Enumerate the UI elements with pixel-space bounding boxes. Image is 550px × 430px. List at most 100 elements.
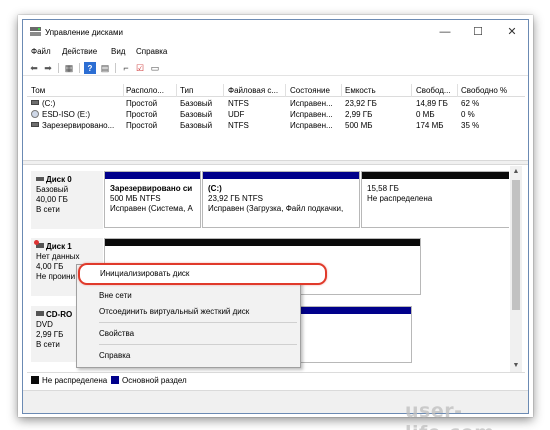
table-row[interactable]: Зарезервировано... Простой Базовый NTFS …: [27, 120, 525, 131]
window-title: Управление дисками: [45, 28, 123, 37]
free-percent-cell: 35 %: [461, 121, 480, 130]
disk-0-title: Диск 0: [36, 175, 98, 185]
partition-unallocated[interactable]: 15,58 ГБ Не распределена: [361, 171, 509, 228]
column-header-volume[interactable]: Том: [31, 86, 45, 95]
disk-map-scrollbar[interactable]: ▲ ▼: [510, 166, 522, 372]
cdrom-icon: [36, 311, 44, 316]
back-arrow-icon[interactable]: ⬅: [28, 62, 40, 74]
column-divider[interactable]: [176, 84, 177, 97]
type-cell: Базовый: [180, 121, 213, 130]
hard-disk-icon: [36, 177, 44, 181]
disk-0-type: Базовый: [36, 185, 69, 194]
menu-item-initialize-disk[interactable]: Инициализировать диск: [80, 266, 325, 281]
scrollbar-thumb[interactable]: [512, 180, 520, 310]
close-button[interactable]: ✕: [497, 22, 527, 42]
details-icon[interactable]: ▭: [149, 62, 161, 74]
menu-item-detach-vhd[interactable]: Отсоединить виртуальный жесткий диск: [77, 304, 300, 319]
volume-name-cell: Зарезервировано...: [31, 121, 114, 130]
volume-name: (C:): [42, 99, 56, 108]
partition-status: Не распределена: [367, 194, 433, 203]
column-divider[interactable]: [285, 84, 286, 97]
disk-1-title: Диск 1: [34, 240, 98, 252]
filesystem-cell: UDF: [228, 110, 245, 119]
status-cell: Исправен...: [290, 110, 333, 119]
grid-view-icon[interactable]: ▦: [63, 62, 75, 74]
table-row[interactable]: ESD-ISO (E:) Простой Базовый UDF Исправе…: [27, 109, 525, 120]
scroll-down-arrow-icon[interactable]: ▼: [510, 360, 522, 372]
legend-primary-label: Основной раздел: [122, 376, 187, 385]
column-divider[interactable]: [341, 84, 342, 97]
help-icon[interactable]: ?: [84, 62, 96, 74]
column-divider[interactable]: [223, 84, 224, 97]
disk-0-state: В сети: [36, 205, 60, 214]
volume-name-cell: ESD-ISO (E:): [31, 110, 90, 119]
partition-reserved[interactable]: Зарезервировано си 500 МБ NTFS Исправен …: [104, 171, 201, 228]
menu-view[interactable]: Вид: [111, 47, 125, 56]
partition-status: Исправен (Загрузка, Файл подкачки,: [208, 204, 344, 213]
title-bar[interactable]: Управление дисками — ☐ ✕: [23, 20, 528, 44]
unallocated-bar: [362, 172, 509, 179]
primary-swatch: [111, 376, 119, 384]
capacity-cell: 23,92 ГБ: [345, 99, 377, 108]
toolbar-separator: [58, 63, 59, 73]
partition-size: 15,58 ГБ: [367, 184, 399, 193]
uninitialized-disk-icon: [34, 240, 44, 248]
disk-0-label[interactable]: Диск 0 Базовый 40,00 ГБ В сети: [31, 171, 103, 229]
status-cell: Исправен...: [290, 99, 333, 108]
menu-item-properties[interactable]: Свойства: [77, 326, 300, 341]
column-header-free-percent[interactable]: Свободно %: [461, 86, 507, 95]
forward-arrow-icon[interactable]: ➡: [42, 62, 54, 74]
column-header-type[interactable]: Тип: [180, 86, 193, 95]
menu-help[interactable]: Справка: [136, 47, 167, 56]
partition-size: 23,92 ГБ NTFS: [208, 194, 263, 203]
partition-status: Исправен (Система, А: [110, 204, 193, 213]
scroll-up-arrow-icon[interactable]: ▲: [510, 166, 522, 178]
free-percent-cell: 0 %: [461, 110, 475, 119]
layout-cell: Простой: [126, 99, 158, 108]
free-space-cell: 14,89 ГБ: [416, 99, 448, 108]
type-cell: Базовый: [180, 110, 213, 119]
minimize-button[interactable]: —: [430, 22, 460, 42]
legend: Не распределена Основной раздел: [27, 372, 525, 387]
menu-bar: Файл Действие Вид Справка: [23, 45, 528, 59]
properties-icon[interactable]: ▤: [99, 62, 111, 74]
menu-file[interactable]: Файл: [31, 47, 51, 56]
toolbar: ⬅ ➡ ▦ ? ▤ ⌐ ☑ ▭: [23, 60, 528, 76]
column-header-filesystem[interactable]: Файловая с...: [228, 86, 278, 95]
layout-cell: Простой: [126, 110, 158, 119]
column-header-layout[interactable]: Располо...: [126, 86, 164, 95]
disk-management-app-icon: [30, 27, 41, 36]
legend-unallocated-label: Не распределена: [42, 376, 108, 385]
column-header-capacity[interactable]: Емкость: [345, 86, 376, 95]
column-header-free-space[interactable]: Свобод...: [416, 86, 451, 95]
menu-item-offline[interactable]: Вне сети: [77, 288, 300, 303]
free-percent-cell: 62 %: [461, 99, 480, 108]
initialize-disk-highlight[interactable]: Инициализировать диск: [78, 263, 327, 285]
free-space-cell: 0 МБ: [416, 110, 435, 119]
capacity-cell: 500 МБ: [345, 121, 373, 130]
column-divider[interactable]: [457, 84, 458, 97]
partition-c[interactable]: (C:) 23,92 ГБ NTFS Исправен (Загрузка, Ф…: [202, 171, 360, 228]
drive-icon: [31, 122, 39, 127]
drive-icon: [31, 100, 39, 105]
maximize-button[interactable]: ☐: [463, 22, 493, 42]
disk-0-name: Диск 0: [46, 175, 72, 184]
column-divider[interactable]: [411, 84, 412, 97]
filesystem-cell: NTFS: [228, 121, 249, 130]
column-header-status[interactable]: Состояние: [290, 86, 330, 95]
check-icon[interactable]: ☑: [134, 62, 146, 74]
pane-splitter[interactable]: [23, 160, 528, 165]
primary-partition-bar: [203, 172, 359, 179]
watermark-text: user-life.com: [405, 400, 494, 430]
filesystem-cell: NTFS: [228, 99, 249, 108]
toolbar-separator: [79, 63, 80, 73]
menu-item-help[interactable]: Справка: [77, 348, 300, 363]
disk-1-name: Диск 1: [46, 242, 72, 251]
volume-name: ESD-ISO (E:): [42, 110, 91, 119]
menu-action[interactable]: Действие: [62, 47, 97, 56]
column-divider[interactable]: [123, 84, 124, 97]
connect-icon[interactable]: ⌐: [120, 62, 132, 74]
table-row[interactable]: (C:) Простой Базовый NTFS Исправен... 23…: [27, 98, 525, 109]
legend-unallocated: Не распределена: [31, 376, 107, 385]
free-space-cell: 174 МБ: [416, 121, 444, 130]
